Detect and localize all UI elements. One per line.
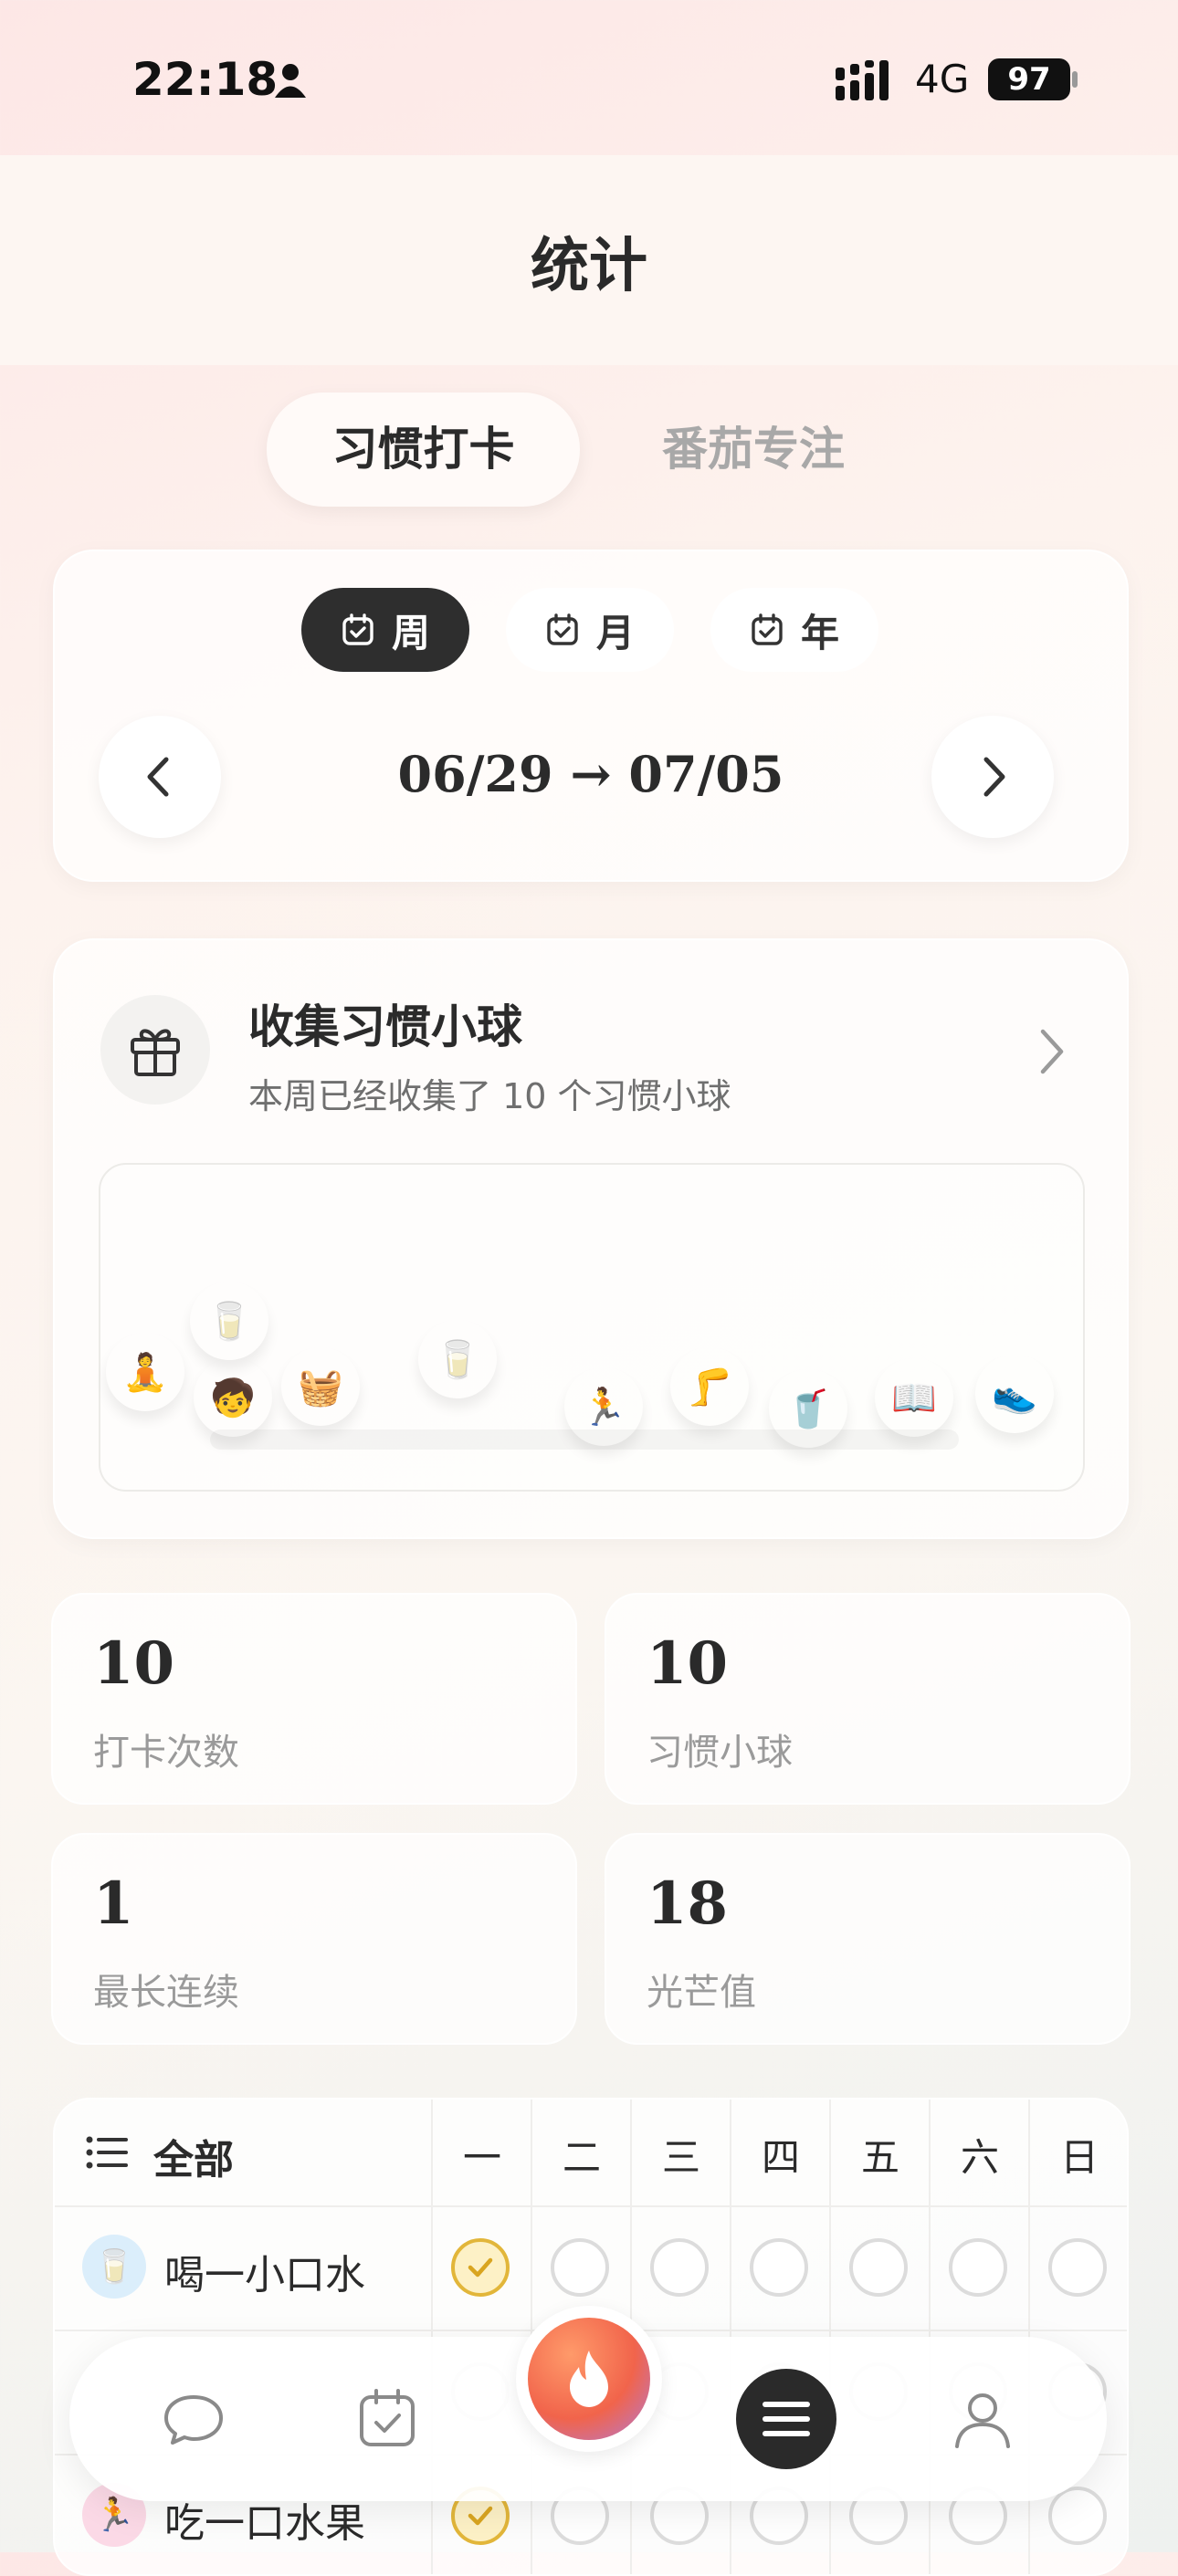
- day-label: 一: [462, 2135, 501, 2180]
- stat-habit-balls: 10 习惯小球: [605, 1593, 1131, 1805]
- checkin-circle[interactable]: [750, 2238, 808, 2297]
- period-month-label: 月: [595, 610, 635, 655]
- habit-ball[interactable]: 🥤: [769, 1369, 847, 1448]
- page-title: 统计: [531, 233, 647, 300]
- tab-habit-checkin[interactable]: 习惯打卡: [267, 393, 580, 507]
- calendar-check-icon: [547, 613, 578, 645]
- fire-button[interactable]: [516, 2306, 662, 2452]
- signal-icon: [836, 60, 889, 100]
- next-period-button[interactable]: [931, 716, 1054, 838]
- checkin-circle[interactable]: [1048, 2238, 1107, 2297]
- milk-glass-icon: 🥛: [206, 1300, 252, 1343]
- menu-icon: [763, 2402, 810, 2436]
- profile-icon[interactable]: [946, 2382, 1019, 2456]
- stat-label: 习惯小球: [647, 1732, 793, 1774]
- period-week-button[interactable]: 周: [301, 588, 469, 672]
- checkin-circle[interactable]: [650, 2238, 709, 2297]
- habit-emoji: 🏃: [93, 2497, 135, 2534]
- stat-value: 10: [93, 1629, 175, 1698]
- status-bar: 22:18 4G 97: [0, 0, 1178, 155]
- book-icon: 📖: [891, 1377, 937, 1419]
- day-label: 四: [761, 2135, 800, 2180]
- checkin-circle[interactable]: [849, 2238, 908, 2297]
- checkin-circle[interactable]: [949, 2238, 1007, 2297]
- stat-value: 1: [93, 1869, 134, 1938]
- checkin-done-circle[interactable]: [451, 2238, 510, 2297]
- day-label: 日: [1059, 2135, 1099, 2180]
- boy-sitting-icon: 🧘: [122, 1351, 168, 1394]
- habit-ball[interactable]: 🏃: [564, 1367, 643, 1446]
- habit-name: 喝一小口水: [164, 2252, 365, 2299]
- stat-label: 打卡次数: [93, 1732, 239, 1774]
- menu-button[interactable]: [736, 2369, 836, 2469]
- stat-label: 最长连续: [93, 1972, 239, 2014]
- fruit-basket-icon: 🧺: [298, 1366, 343, 1408]
- calendar-check-icon: [342, 613, 373, 645]
- stat-radiance-value: 18 光芒值: [605, 1833, 1131, 2045]
- checkmark-icon: [468, 2506, 493, 2526]
- habit-ball[interactable]: 🧘: [106, 1333, 184, 1411]
- calendar-check-icon: [752, 613, 783, 645]
- milk-glass-icon: 🥛: [435, 1338, 480, 1381]
- status-time: 22:18: [132, 53, 279, 106]
- habit-ball[interactable]: 👟: [975, 1355, 1054, 1433]
- boy-running-icon: 🏃: [581, 1386, 626, 1429]
- stat-checkin-count: 10 打卡次数: [51, 1593, 577, 1805]
- habit-ball[interactable]: 🧺: [281, 1347, 360, 1426]
- network-label: 4G: [915, 57, 970, 101]
- calendar-check-icon[interactable]: [351, 2382, 424, 2456]
- gift-icon: [131, 1029, 180, 1076]
- habit-ball[interactable]: 📖: [875, 1358, 953, 1437]
- collect-balls-card[interactable]: 收集习惯小球 本周已经收集了 10 个习惯小球 🧘 🥛 🧒 🧺 🥛 🏃 🦵 🥤 …: [53, 938, 1129, 1539]
- battery-icon: 97: [988, 58, 1070, 100]
- period-year-label: 年: [800, 610, 839, 655]
- list-icon[interactable]: [86, 2134, 128, 2171]
- collect-title: 收集习惯小球: [248, 1000, 522, 1053]
- checkin-circle[interactable]: [551, 2238, 609, 2297]
- chat-icon[interactable]: [157, 2382, 230, 2456]
- day-label: 五: [860, 2135, 899, 2180]
- gift-badge: [100, 995, 210, 1105]
- collect-subtitle: 本周已经收集了 10 个习惯小球: [248, 1076, 731, 1116]
- shoe-icon: 👟: [992, 1373, 1037, 1416]
- ball-container: 🧘 🥛 🧒 🧺 🥛 🏃 🦵 🥤 📖 👟: [99, 1163, 1085, 1492]
- checkin-circle[interactable]: [1048, 2487, 1107, 2545]
- person-icon: [275, 64, 306, 98]
- stat-longest-streak: 1 最长连续: [51, 1833, 577, 2045]
- period-week-label: 周: [391, 610, 430, 655]
- checkmark-icon: [468, 2257, 493, 2278]
- filter-all-label[interactable]: 全部: [153, 2127, 234, 2185]
- boy-icon: 🧒: [210, 1377, 256, 1419]
- stat-value: 18: [647, 1869, 729, 1938]
- habit-ball[interactable]: 🥛: [418, 1320, 497, 1398]
- chevron-right-icon: [983, 757, 1005, 797]
- tab-pomodoro-focus[interactable]: 番茄专注: [630, 393, 877, 507]
- habit-ball[interactable]: 🥛: [190, 1282, 268, 1360]
- day-label: 三: [661, 2135, 700, 2180]
- habit-emoji: 🥛: [93, 2248, 135, 2286]
- leg-icon: 🦵: [687, 1366, 732, 1408]
- milk-glass-icon: 🥛: [82, 2235, 146, 2299]
- day-label: 二: [562, 2135, 601, 2180]
- habit-ball[interactable]: 🦵: [670, 1347, 749, 1426]
- battery-tip: [1072, 71, 1078, 88]
- stat-label: 光芒值: [647, 1972, 756, 2014]
- period-card: 周 月 年 06/29 → 07/05: [53, 550, 1129, 882]
- habit-ball[interactable]: 🧒: [194, 1358, 272, 1437]
- fire-icon: [570, 2351, 608, 2407]
- stat-value: 10: [647, 1629, 729, 1698]
- period-month-button[interactable]: 月: [506, 588, 674, 672]
- water-glass-icon: 🥤: [785, 1387, 831, 1430]
- chevron-right-icon[interactable]: [1034, 1024, 1070, 1079]
- day-label: 六: [960, 2135, 999, 2180]
- fire-button-core: [528, 2318, 650, 2440]
- period-year-button[interactable]: 年: [710, 588, 878, 672]
